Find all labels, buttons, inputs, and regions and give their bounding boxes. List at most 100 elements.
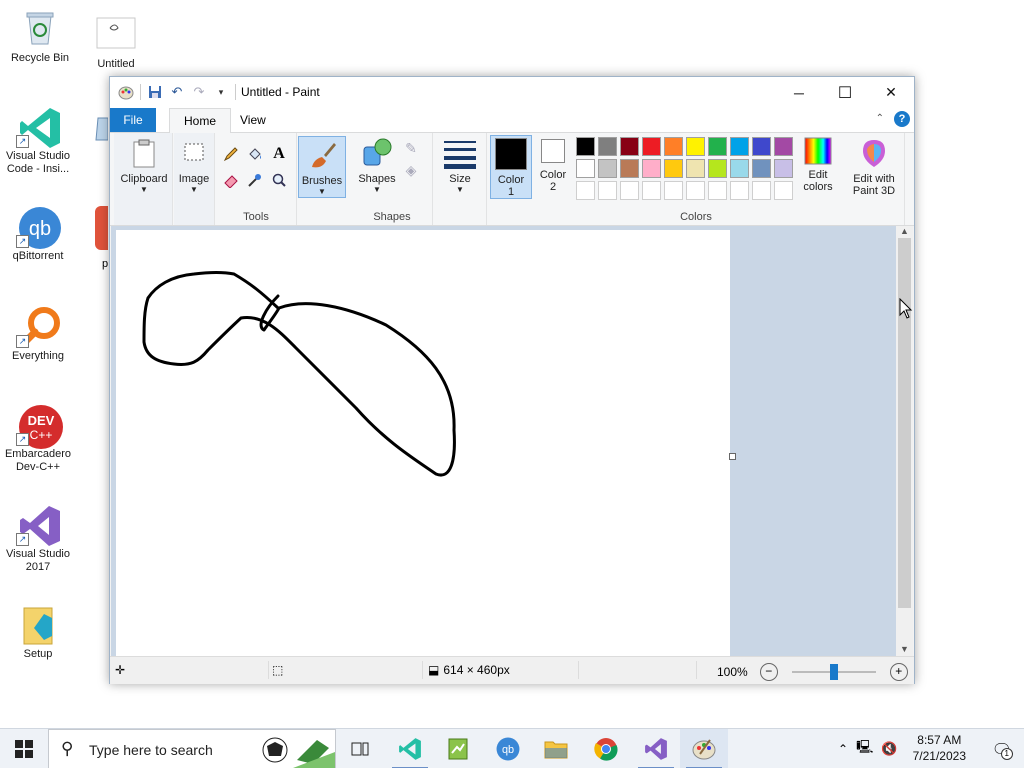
customize-toolbar-icon[interactable]: ▾ [213,84,229,100]
image-button[interactable]: Image ▼ [176,137,212,194]
fill-bucket-icon[interactable] [246,145,264,163]
palette-swatch[interactable] [664,137,683,156]
save-icon[interactable] [147,84,163,100]
shapes-group: Shapes ▼ ✎ ◈ Shapes [352,133,433,225]
palette-swatch-empty[interactable] [598,181,617,200]
desktop-icon-vscode-insiders[interactable]: ↗ Visual Studio Code - Insi... [0,106,76,176]
task-view-icon [351,742,369,756]
clipboard-button[interactable]: Clipboard ▼ [118,137,170,194]
tab-view[interactable]: View [226,108,280,132]
paint-app-icon[interactable] [118,84,134,100]
cursor-position-icon: ✛ [115,663,126,677]
palette-swatch[interactable] [598,137,617,156]
palette-swatch[interactable] [642,159,661,178]
collapse-ribbon-icon[interactable]: ⌃ [876,113,884,124]
drawing-canvas[interactable] [116,230,730,656]
palette-swatch-empty[interactable] [774,181,793,200]
palette-swatch-empty[interactable] [752,181,771,200]
fill-icon[interactable]: ◈ [402,161,420,179]
palette-swatch-empty[interactable] [620,181,639,200]
help-icon[interactable]: ? [894,111,910,127]
palette-swatch-empty[interactable] [576,181,595,200]
palette-swatch[interactable] [730,159,749,178]
maximize-button[interactable]: ☐ [822,77,868,108]
action-center-button[interactable]: 🗨 1 [992,740,1013,760]
canvas-resize-handle-right[interactable] [729,453,736,460]
text-tool-icon[interactable]: A [270,145,288,163]
palette-swatch[interactable] [774,159,793,178]
taskbar-notepad[interactable] [434,729,482,768]
color2-button[interactable]: Color 2 [534,137,572,193]
taskbar-paint[interactable] [680,729,728,768]
size-button[interactable]: Size ▼ [438,137,482,194]
palette-swatch[interactable] [686,137,705,156]
tab-home[interactable]: Home [169,108,232,133]
palette-swatch[interactable] [752,159,771,178]
desktop-icon-untitled[interactable]: Untitled [78,14,154,71]
desktop-icon-recycle-bin[interactable]: Recycle Bin [2,8,78,65]
brushes-button[interactable]: Brushes ▼ [298,136,346,198]
title-bar[interactable]: ↶ ↷ ▾ Untitled - Paint ─ ☐ ✕ [110,77,914,108]
palette-swatch[interactable] [708,137,727,156]
palette-swatch[interactable] [620,159,639,178]
color-picker-icon[interactable] [246,171,264,189]
palette-swatch[interactable] [620,137,639,156]
pencil-icon[interactable] [222,145,240,163]
palette-swatch[interactable] [708,159,727,178]
zoom-slider[interactable] [791,664,876,680]
vertical-scrollbar[interactable]: ▲ ▼ [896,226,913,656]
scroll-up-icon[interactable]: ▲ [896,226,913,238]
desktop-icon-devcpp[interactable]: DEV C++ ↗ Embarcadero Dev-C++ [0,404,76,474]
color1-button[interactable]: Color 1 [490,135,532,199]
zoom-in-button[interactable]: + [889,663,908,681]
network-icon[interactable]: 🖳 [856,738,873,760]
palette-swatch[interactable] [598,159,617,178]
palette-swatch-empty[interactable] [686,181,705,200]
taskbar-visual-studio[interactable] [632,729,680,768]
magnifier-icon[interactable] [270,171,288,189]
close-button[interactable]: ✕ [868,77,914,108]
palette-swatch[interactable] [642,137,661,156]
desktop-icon-visual-studio[interactable]: ↗ Visual Studio 2017 [0,504,76,574]
palette-swatch-empty[interactable] [730,181,749,200]
taskbar-vscode-insiders[interactable] [386,729,434,768]
zoom-slider-thumb[interactable] [829,664,838,680]
palette-swatch[interactable] [686,159,705,178]
palette-swatch[interactable] [730,137,749,156]
taskbar-file-explorer[interactable] [532,729,580,768]
outline-icon[interactable]: ✎ [402,139,420,157]
taskbar-chrome[interactable] [582,729,630,768]
search-box[interactable]: ⚲ Type here to search [48,729,336,768]
edit-with-paint3d-button[interactable]: Edit with Paint 3D [846,137,902,197]
size-group: Size ▼ [434,133,487,225]
volume-muted-icon[interactable]: 🔇 [881,741,897,757]
palette-swatch[interactable] [774,137,793,156]
task-view-button[interactable] [336,729,384,768]
tab-file[interactable]: File [110,108,156,132]
palette-swatch[interactable] [576,159,595,178]
undo-icon[interactable]: ↶ [169,84,185,100]
redo-icon[interactable]: ↷ [191,84,207,100]
palette-swatch-empty[interactable] [664,181,683,200]
taskbar-qbittorrent[interactable]: qb [484,729,532,768]
desktop-icon-everything[interactable]: ↗ Everything [0,306,76,363]
desktop-icon-qbittorrent[interactable]: qb ↗ qBittorrent [0,206,76,263]
scrollbar-thumb[interactable] [898,238,911,608]
shapes-button[interactable]: Shapes ▼ [354,137,400,194]
palette-swatch-empty[interactable] [642,181,661,200]
scroll-down-icon[interactable]: ▼ [896,644,913,656]
palette-swatch[interactable] [576,137,595,156]
qbittorrent-icon: qb ↗ [16,206,61,249]
edit-colors-button[interactable]: Edit colors [800,137,836,193]
palette-swatch[interactable] [752,137,771,156]
palette-swatch-empty[interactable] [708,181,727,200]
zoom-out-button[interactable]: − [759,663,778,681]
palette-swatch[interactable] [664,159,683,178]
eraser-icon[interactable] [222,171,240,189]
desktop-icon-setup[interactable]: Setup [0,604,76,661]
start-button[interactable] [0,729,48,768]
show-hidden-icons-icon[interactable]: ⌃ [838,742,848,756]
minimize-button[interactable]: ─ [776,77,822,108]
taskbar-clock[interactable]: 8:57 AM 7/21/2023 [913,732,966,764]
system-tray: ⌃ 🖳 🔇 [838,729,898,768]
